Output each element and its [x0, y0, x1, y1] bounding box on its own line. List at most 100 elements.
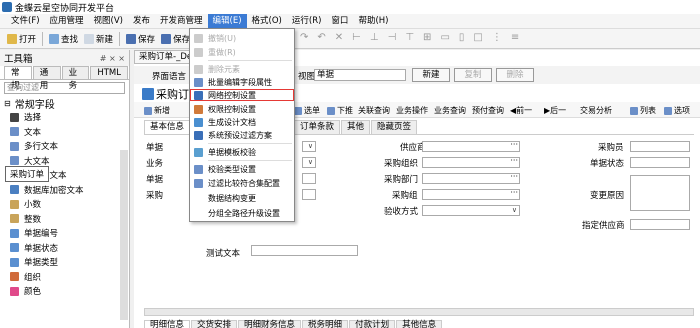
menu-item-redo[interactable]: 重做(R)	[190, 46, 294, 58]
menu-item-template-check[interactable]: 单据模板校验	[190, 146, 294, 158]
menu-publish[interactable]: 发布	[128, 14, 155, 28]
new-button[interactable]: 新建	[81, 30, 116, 48]
menu-item-compare-config[interactable]: 过滤比较符合集配置	[190, 177, 294, 189]
previous-button[interactable]: ◀ 前一	[510, 105, 532, 116]
toolbox-item[interactable]: 组织	[0, 270, 129, 285]
toolbox-item[interactable]: 单据编号	[0, 226, 129, 241]
distribute-icon[interactable]: ⊞	[423, 32, 431, 43]
menu-item-generate-doc[interactable]: 生成设计文档	[190, 116, 294, 128]
align-top-icon[interactable]: ⊤	[405, 32, 414, 43]
toolbox-item[interactable]: 单据类型	[0, 255, 129, 270]
same-width-icon[interactable]: ▭	[440, 32, 449, 43]
dropdown-field[interactable]: ∨	[302, 157, 316, 168]
tab-business[interactable]: 业务	[61, 66, 90, 91]
tab-other-info[interactable]: 其他信息	[396, 320, 443, 328]
menu-format[interactable]: 格式(O)	[247, 14, 287, 28]
lookup-icon[interactable]: ···	[510, 172, 518, 181]
view-select[interactable]: 单据	[314, 69, 406, 81]
save-button[interactable]: 保存	[123, 30, 158, 48]
same-height-icon[interactable]: ▯	[459, 32, 465, 43]
new-view-button[interactable]: 新建	[412, 68, 450, 82]
menu-app-manage[interactable]: 应用管理	[45, 14, 89, 28]
close-x-icon[interactable]: ✕	[335, 32, 343, 43]
supplier-input[interactable]: ···	[422, 140, 520, 152]
menu-item-batch-edit[interactable]: 批量编辑字段属性	[190, 76, 294, 88]
input-field[interactable]	[302, 189, 316, 200]
menu-item-group-path[interactable]: 分组全路径升级设置	[190, 207, 294, 219]
purchase-group-input[interactable]: ···	[422, 188, 520, 200]
toolbox-section-header[interactable]: ⊟ 常规字段	[0, 96, 129, 111]
tab-order-terms[interactable]: 订单条款	[294, 120, 341, 134]
toolbox-item[interactable]: 选择	[0, 110, 129, 125]
list-button[interactable]: 列表	[630, 105, 656, 116]
push-down-button[interactable]: 下推	[327, 105, 353, 116]
menu-item-preset-filter[interactable]: 系统预设过滤方案	[190, 129, 294, 141]
bill-status-input[interactable]	[630, 157, 690, 168]
menu-view[interactable]: 视图(V)	[89, 14, 128, 28]
tab-tax-detail[interactable]: 税务明细	[302, 320, 349, 328]
menu-item-delete-element[interactable]: 删除元素	[190, 63, 294, 75]
acceptance-method-select[interactable]: ∨	[422, 205, 520, 216]
test-text-input[interactable]	[251, 245, 358, 256]
open-button[interactable]: 打开	[4, 30, 39, 48]
business-query-button[interactable]: 业务查询	[434, 105, 466, 116]
tab-html[interactable]: HTML	[90, 66, 128, 79]
horizontal-scrollbar[interactable]	[144, 308, 694, 316]
copy-view-button[interactable]: 复制	[454, 68, 492, 82]
tab-detail-info[interactable]: 明细信息	[144, 320, 191, 328]
menu-item-undo[interactable]: 撤销(U)	[190, 32, 294, 44]
menu-developer[interactable]: 开发商管理	[155, 14, 208, 28]
undo-arrow-icon[interactable]: ↶	[317, 32, 325, 43]
change-reason-textarea[interactable]	[630, 175, 690, 211]
lookup-icon[interactable]: ···	[510, 156, 518, 165]
toolbox-pin-close-icons[interactable]: # × ×	[100, 54, 125, 63]
spacing-icon[interactable]: ⋮	[492, 32, 502, 43]
toolbox-scrollbar[interactable]	[120, 150, 128, 320]
input-field[interactable]	[302, 173, 316, 184]
lookup-icon[interactable]: ···	[510, 188, 518, 197]
purchase-org-input[interactable]: ···	[422, 156, 520, 168]
trade-analysis-button[interactable]: 交易分析	[580, 105, 612, 116]
more-icon[interactable]: ≡	[511, 32, 519, 43]
menu-window[interactable]: 窗口	[326, 14, 353, 28]
toolbox-item[interactable]: 单据状态	[0, 241, 129, 256]
tab-hidden[interactable]: 隐藏页签	[371, 120, 418, 134]
toolbox-item[interactable]: 小数	[0, 197, 129, 212]
redo-arrow-icon[interactable]: ↷	[300, 32, 308, 43]
menu-item-check-type[interactable]: 校验类型设置	[190, 163, 294, 175]
toolbox-item[interactable]: 文本	[0, 125, 129, 140]
align-right-icon[interactable]: ⊣	[388, 32, 397, 43]
purchaser-input[interactable]	[630, 141, 690, 152]
lookup-icon[interactable]: ···	[510, 140, 518, 149]
menu-item-permission[interactable]: 权限控制设置	[190, 103, 294, 115]
same-size-icon[interactable]: □	[473, 32, 482, 43]
menu-file[interactable]: 文件(F)	[6, 14, 45, 28]
form-new-button[interactable]: 新增	[144, 105, 170, 116]
toolbox-item[interactable]: 整数	[0, 212, 129, 227]
tab-general[interactable]: 常规	[4, 66, 32, 91]
menu-item-data-structure[interactable]: 数据结构变更	[190, 192, 294, 204]
menu-item-network-control[interactable]: 网络控制设置	[190, 89, 294, 101]
collapse-icon[interactable]: ⊟	[4, 99, 11, 108]
toolbox-item[interactable]: 颜色	[0, 284, 129, 299]
menu-run[interactable]: 运行(R)	[287, 14, 327, 28]
prepay-query-button[interactable]: 预付查询	[472, 105, 504, 116]
specified-supplier-input[interactable]	[630, 219, 690, 230]
toolbox-filter-input[interactable]: 查询过滤	[4, 82, 125, 94]
dropdown-field[interactable]: ∨	[302, 141, 316, 152]
purchase-dept-input[interactable]: ···	[422, 172, 520, 184]
align-left-icon[interactable]: ⊢	[352, 32, 361, 43]
tab-detail-finance[interactable]: 明细财务信息	[238, 320, 302, 328]
tab-common[interactable]: 通用	[32, 66, 61, 91]
business-op-button[interactable]: 业务操作	[396, 105, 428, 116]
menu-help[interactable]: 帮助(H)	[353, 14, 393, 28]
find-button[interactable]: 查找	[46, 30, 81, 48]
align-center-icon[interactable]: ⊥	[370, 32, 379, 43]
toolbox-item[interactable]: 数据库加密文本	[0, 183, 129, 198]
tab-delivery[interactable]: 交货安排	[191, 320, 238, 328]
select-bill-button[interactable]: 选单	[294, 105, 320, 116]
toolbox-item[interactable]: 多行文本	[0, 139, 129, 154]
menu-edit[interactable]: 编辑(E)	[207, 14, 247, 28]
options-button[interactable]: 选项	[664, 105, 690, 116]
tab-payment-plan[interactable]: 付款计划	[349, 320, 396, 328]
